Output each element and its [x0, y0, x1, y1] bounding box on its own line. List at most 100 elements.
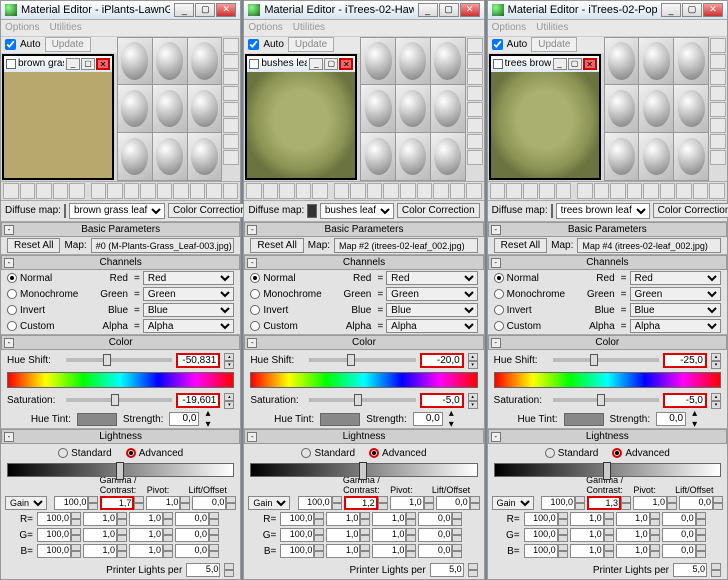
channel-select[interactable]: Blue	[630, 303, 721, 317]
tool-button[interactable]	[467, 70, 483, 85]
spinner[interactable]	[604, 512, 614, 526]
spinner[interactable]: ▴▾	[468, 393, 478, 408]
spinner[interactable]	[180, 496, 190, 510]
sample-slot[interactable]	[431, 38, 465, 85]
tool-button[interactable]	[223, 118, 239, 133]
tool-button[interactable]	[223, 54, 239, 69]
tool-button[interactable]	[107, 183, 123, 199]
tool-button[interactable]	[223, 102, 239, 117]
sample-slot[interactable]	[431, 85, 465, 132]
lift-value[interactable]: 0,0	[679, 496, 713, 510]
printer-lights-value[interactable]: 5,0	[673, 563, 707, 577]
tool-button[interactable]	[539, 183, 555, 199]
tool-button[interactable]	[3, 183, 19, 199]
tool-button[interactable]	[334, 183, 350, 199]
sample-window[interactable]: bushes leaf _▢✕	[245, 54, 357, 180]
sample-slot[interactable]	[674, 133, 708, 180]
spinner[interactable]	[696, 528, 706, 542]
maximize-button[interactable]: ▢	[439, 3, 459, 17]
spinner[interactable]	[314, 544, 324, 558]
channel-mode-radio[interactable]	[7, 321, 17, 331]
sample-slot[interactable]	[153, 133, 187, 180]
map-button[interactable]: Map #4 (itrees-02-leaf_002.jpg)	[577, 238, 721, 253]
spinner[interactable]	[470, 496, 480, 510]
pin-icon[interactable]	[493, 59, 503, 69]
spinner[interactable]	[360, 544, 370, 558]
lift-value[interactable]: 0,0	[175, 512, 209, 526]
sample-slot[interactable]	[639, 85, 673, 132]
collapse-icon[interactable]: -	[247, 338, 257, 348]
minimize-button[interactable]: _	[661, 3, 681, 17]
tool-button[interactable]	[279, 183, 295, 199]
sample-slot[interactable]	[396, 133, 430, 180]
tool-button[interactable]	[383, 183, 399, 199]
tool-button[interactable]	[312, 183, 328, 199]
spinner[interactable]	[558, 544, 568, 558]
lift-value[interactable]: 0,0	[175, 544, 209, 558]
saturation-slider[interactable]	[553, 398, 659, 402]
pivot-value[interactable]: 1,0	[633, 496, 667, 510]
section-header-channels[interactable]: -Channels	[488, 255, 727, 270]
lift-value[interactable]: 0,0	[175, 528, 209, 542]
maximize-button[interactable]: ▢	[195, 3, 215, 17]
collapse-icon[interactable]: -	[4, 225, 14, 235]
spinner[interactable]	[558, 512, 568, 526]
section-header-channels[interactable]: -Channels	[1, 255, 240, 270]
spinner[interactable]: ▴▾	[224, 353, 234, 368]
section-header-basic[interactable]: -Basic Parameters	[1, 222, 240, 237]
spinner[interactable]	[604, 544, 614, 558]
channel-mode-radio[interactable]	[494, 305, 504, 315]
sample-slot[interactable]	[431, 133, 465, 180]
tool-button[interactable]	[400, 183, 416, 199]
sample-slot[interactable]	[674, 85, 708, 132]
gamma-value[interactable]: 1,0	[326, 512, 360, 526]
lift-value[interactable]: 0,0	[418, 528, 452, 542]
tool-button[interactable]	[490, 183, 506, 199]
lift-value[interactable]: 0,0	[662, 528, 696, 542]
advanced-radio[interactable]	[369, 448, 379, 458]
spinner[interactable]	[117, 544, 127, 558]
sample-slot[interactable]	[639, 133, 673, 180]
tool-button[interactable]	[190, 183, 206, 199]
sample-close-icon[interactable]: ✕	[96, 58, 110, 70]
spinner[interactable]	[650, 544, 660, 558]
tool-button[interactable]	[467, 102, 483, 117]
diffuse-map-select[interactable]: trees brown leaf	[556, 203, 650, 219]
sample-slot[interactable]	[118, 133, 152, 180]
minimize-button[interactable]: _	[418, 3, 438, 17]
section-header-channels[interactable]: -Channels	[244, 255, 483, 270]
pivot-value[interactable]: 1,0	[129, 512, 163, 526]
saturation-value[interactable]: -5,0	[420, 393, 464, 408]
collapse-icon[interactable]: -	[491, 432, 501, 442]
hue-shift-slider[interactable]	[309, 358, 415, 362]
spinner[interactable]	[650, 512, 660, 526]
tool-button[interactable]	[506, 183, 522, 199]
lift-value[interactable]: 0,0	[436, 496, 470, 510]
spinner[interactable]	[711, 563, 721, 577]
sample-max-icon[interactable]: ▢	[568, 58, 582, 70]
section-header-lightness[interactable]: -Lightness	[244, 429, 483, 444]
gain-value[interactable]: 100,0	[37, 528, 71, 542]
spinner[interactable]	[314, 528, 324, 542]
tool-button[interactable]	[173, 183, 189, 199]
tool-button[interactable]	[467, 38, 483, 53]
pivot-value[interactable]: 1,0	[372, 528, 406, 542]
tool-button[interactable]	[710, 102, 726, 117]
spinner[interactable]	[71, 528, 81, 542]
channel-select[interactable]: Alpha	[143, 319, 234, 333]
sample-slot[interactable]	[153, 85, 187, 132]
sample-min-icon[interactable]: _	[553, 58, 567, 70]
gain-value[interactable]: 100,0	[280, 512, 314, 526]
sample-slot[interactable]	[605, 85, 639, 132]
gain-value[interactable]: 100,0	[524, 512, 558, 526]
channel-select[interactable]: Blue	[386, 303, 477, 317]
sample-slot[interactable]	[118, 38, 152, 85]
channel-select[interactable]: Red	[143, 271, 234, 285]
spinner[interactable]: ▴▾	[468, 353, 478, 368]
tool-button[interactable]	[157, 183, 173, 199]
channel-mode-radio[interactable]	[494, 321, 504, 331]
tool-button[interactable]	[610, 183, 626, 199]
tool-button[interactable]	[450, 183, 466, 199]
titlebar[interactable]: Material Editor - iPlants-LawnGrass-01 _…	[1, 1, 240, 20]
spinner[interactable]	[650, 528, 660, 542]
